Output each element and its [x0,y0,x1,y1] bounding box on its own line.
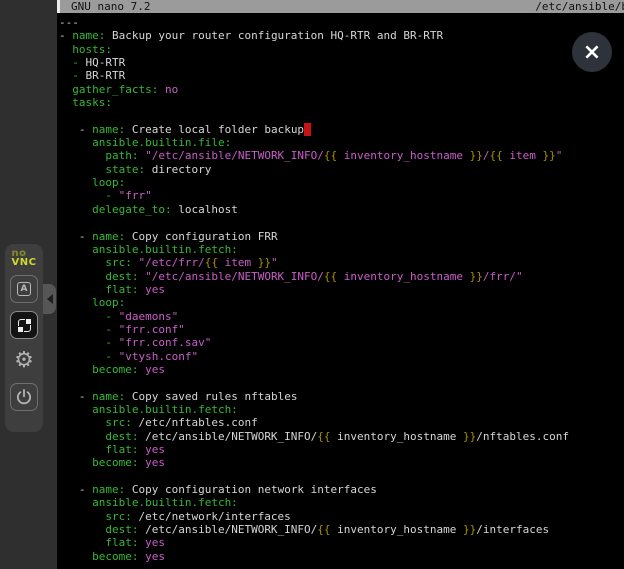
code-line: become: yes [59,550,624,563]
code-line: - name: Copy configuration network inter… [59,483,624,496]
chevron-left-icon [47,294,53,304]
nano-titlebar: GNU nano 7.2 /etc/ansible/b [57,0,624,13]
code-line [59,109,624,122]
fullscreen-button[interactable] [10,311,38,339]
code-line: - "frr" [59,189,624,202]
code-line: - name: Copy configuration FRR [59,230,624,243]
code-line: become: yes [59,363,624,376]
code-line: flat: yes [59,283,624,296]
code-line: loop: [59,296,624,309]
titlebar-notch [57,0,60,13]
close-icon: × [583,40,601,65]
code-line: tasks: [59,96,624,109]
close-button[interactable]: × [572,32,612,72]
power-icon [15,388,33,406]
code-line: dest: "/etc/ansible/NETWORK_INFO/{{ inve… [59,270,624,283]
nano-version-title: GNU nano 7.2 [71,0,150,13]
code-line: --- [59,16,624,29]
code-line: become: yes [59,456,624,469]
code-line: ansible.builtin.fetch: [59,496,624,509]
code-line: state: directory [59,163,624,176]
code-line [59,470,624,483]
fullscreen-icon [18,319,31,332]
code-line: - "frr.conf.sav" [59,336,624,349]
code-line: ansible.builtin.fetch: [59,243,624,256]
code-line: hosts: [59,43,624,56]
terminal-window[interactable]: GNU nano 7.2 /etc/ansible/b ---- name: B… [57,0,624,569]
code-line: src: /etc/nftables.conf [59,416,624,429]
gear-icon: ⚙ [14,350,34,372]
code-line: - "daemons" [59,310,624,323]
code-line: ansible.builtin.fetch: [59,403,624,416]
code-line: delegate_to: localhost [59,203,624,216]
code-line: path: "/etc/ansible/NETWORK_INFO/{{ inve… [59,149,624,162]
power-button[interactable] [10,383,38,411]
code-line: gather_facts: no [59,83,624,96]
code-line: dest: /etc/ansible/NETWORK_INFO/{{ inven… [59,430,624,443]
settings-button[interactable]: ⚙ [10,347,38,375]
vnc-control-panel: no VNC A ⚙ [5,244,43,432]
code-line: loop: [59,176,624,189]
nano-file-path: /etc/ansible/b [535,0,624,13]
code-line: dest: /etc/ansible/NETWORK_INFO/{{ inven… [59,523,624,536]
code-line: - name: Create local folder backup [59,123,624,136]
code-line: - name: Copy saved rules nftables [59,390,624,403]
code-line [59,376,624,389]
extra-keys-button[interactable]: A [10,275,38,303]
novnc-logo-vnc: VNC [12,258,37,267]
code-line: flat: yes [59,536,624,549]
code-line: - "vtysh.conf" [59,350,624,363]
code-area[interactable]: ---- name: Backup your router configurat… [57,14,624,569]
vnc-panel-collapse-handle[interactable] [43,284,56,314]
code-line [59,216,624,229]
code-line: - name: Backup your router configuration… [59,29,624,42]
code-line: - HQ-RTR [59,56,624,69]
code-line: - BR-RTR [59,69,624,82]
code-line: src: /etc/network/interfaces [59,510,624,523]
code-line: ansible.builtin.file: [59,136,624,149]
code-line: src: "/etc/frr/{{ item }}" [59,256,624,269]
keyboard-a-icon: A [17,282,31,296]
novnc-logo: no VNC [12,249,37,267]
code-line: flat: yes [59,443,624,456]
code-line: - "frr.conf" [59,323,624,336]
